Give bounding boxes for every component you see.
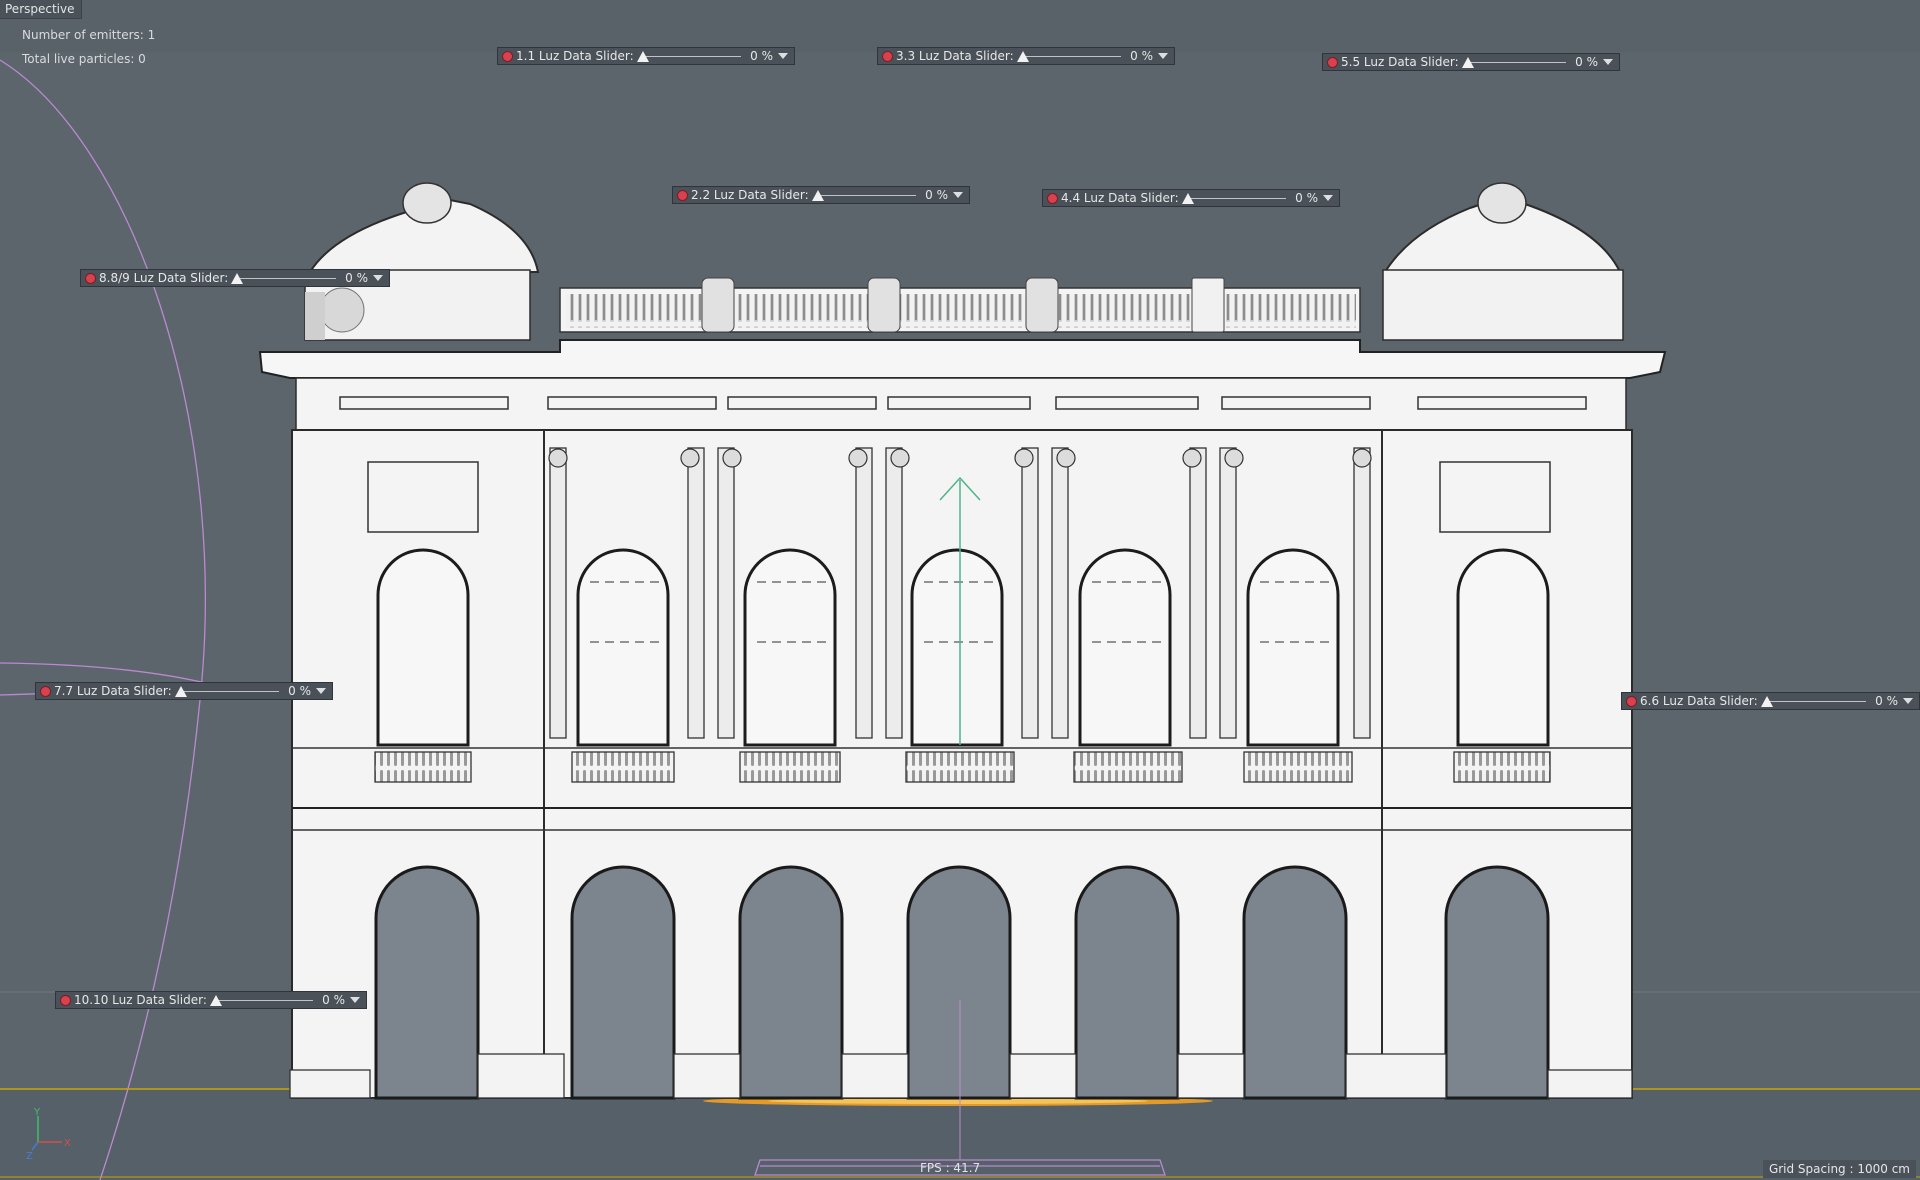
slider-knob[interactable] xyxy=(231,273,244,284)
slider-track[interactable] xyxy=(231,270,336,286)
3d-viewport[interactable]: Perspective Number of emitters: 1 Total … xyxy=(0,0,1920,1180)
luz-data-slider-7-7[interactable]: 7.7 Luz Data Slider: 0 % xyxy=(35,682,333,700)
slider-track[interactable] xyxy=(174,683,279,699)
slider-dot-icon[interactable] xyxy=(502,50,513,62)
slider-knob[interactable] xyxy=(1016,51,1029,62)
slider-dot-icon[interactable] xyxy=(1047,192,1058,204)
slider-dot-icon[interactable] xyxy=(85,272,96,284)
slider-dot-icon[interactable] xyxy=(882,50,893,62)
dropdown-arrow-icon[interactable] xyxy=(778,53,788,59)
dropdown-arrow-icon[interactable] xyxy=(316,688,326,694)
dropdown-arrow-icon[interactable] xyxy=(1603,59,1613,65)
slider-dot-icon[interactable] xyxy=(40,685,51,697)
slider-knob[interactable] xyxy=(1461,57,1474,68)
luz-data-slider-5-5[interactable]: 5.5 Luz Data Slider: 0 % xyxy=(1322,53,1620,71)
slider-dot-icon[interactable] xyxy=(1327,56,1338,68)
grid-spacing-readout: Grid Spacing : 1000 cm xyxy=(1762,1160,1916,1178)
particle-count: Total live particles: 0 xyxy=(22,52,146,66)
slider-track[interactable] xyxy=(1016,48,1121,64)
dropdown-arrow-icon[interactable] xyxy=(1903,698,1913,704)
dropdown-arrow-icon[interactable] xyxy=(350,997,360,1003)
slider-track[interactable] xyxy=(1461,54,1566,70)
dropdown-arrow-icon[interactable] xyxy=(953,192,963,198)
svg-text:X: X xyxy=(64,1138,71,1149)
luz-data-slider-4-4[interactable]: 4.4 Luz Data Slider: 0 % xyxy=(1042,189,1340,207)
slider-knob[interactable] xyxy=(636,51,649,62)
slider-track[interactable] xyxy=(811,187,916,203)
dropdown-arrow-icon[interactable] xyxy=(1323,195,1333,201)
luz-data-slider-2-2[interactable]: 2.2 Luz Data Slider: 0 % xyxy=(672,186,970,204)
slider-track[interactable] xyxy=(209,992,313,1008)
slider-track[interactable] xyxy=(636,48,741,64)
fps-readout: FPS : 41.7 xyxy=(920,1161,981,1175)
luz-data-slider-6-6[interactable]: 6.6 Luz Data Slider: 0 % xyxy=(1621,692,1920,710)
svg-text:Z: Z xyxy=(26,1151,33,1160)
slider-knob[interactable] xyxy=(174,686,187,697)
luz-data-slider-3-3[interactable]: 3.3 Luz Data Slider: 0 % xyxy=(877,47,1175,65)
viewport-label[interactable]: Perspective xyxy=(0,0,82,19)
svg-text:Y: Y xyxy=(33,1108,41,1118)
slider-track[interactable] xyxy=(1181,190,1286,206)
luz-data-slider-10-10[interactable]: 10.10 Luz Data Slider: 0 % xyxy=(55,991,367,1009)
emitter-count: Number of emitters: 1 xyxy=(22,28,156,42)
luz-data-slider-1-1[interactable]: 1.1 Luz Data Slider: 0 % xyxy=(497,47,795,65)
slider-dot-icon[interactable] xyxy=(1626,695,1637,707)
slider-dot-icon[interactable] xyxy=(60,994,71,1006)
slider-knob[interactable] xyxy=(1181,193,1194,204)
dropdown-arrow-icon[interactable] xyxy=(373,275,383,281)
slider-track[interactable] xyxy=(1760,693,1866,709)
dropdown-arrow-icon[interactable] xyxy=(1158,53,1168,59)
slider-knob[interactable] xyxy=(1760,696,1773,707)
luz-data-slider-8-8-9[interactable]: 8.8/9 Luz Data Slider: 0 % xyxy=(80,269,390,287)
slider-dot-icon[interactable] xyxy=(677,189,688,201)
building-facade xyxy=(258,182,1667,1100)
slider-knob[interactable] xyxy=(209,995,222,1006)
axis-gizmo-icon: Y X Z xyxy=(26,1108,71,1160)
slider-knob[interactable] xyxy=(811,190,824,201)
